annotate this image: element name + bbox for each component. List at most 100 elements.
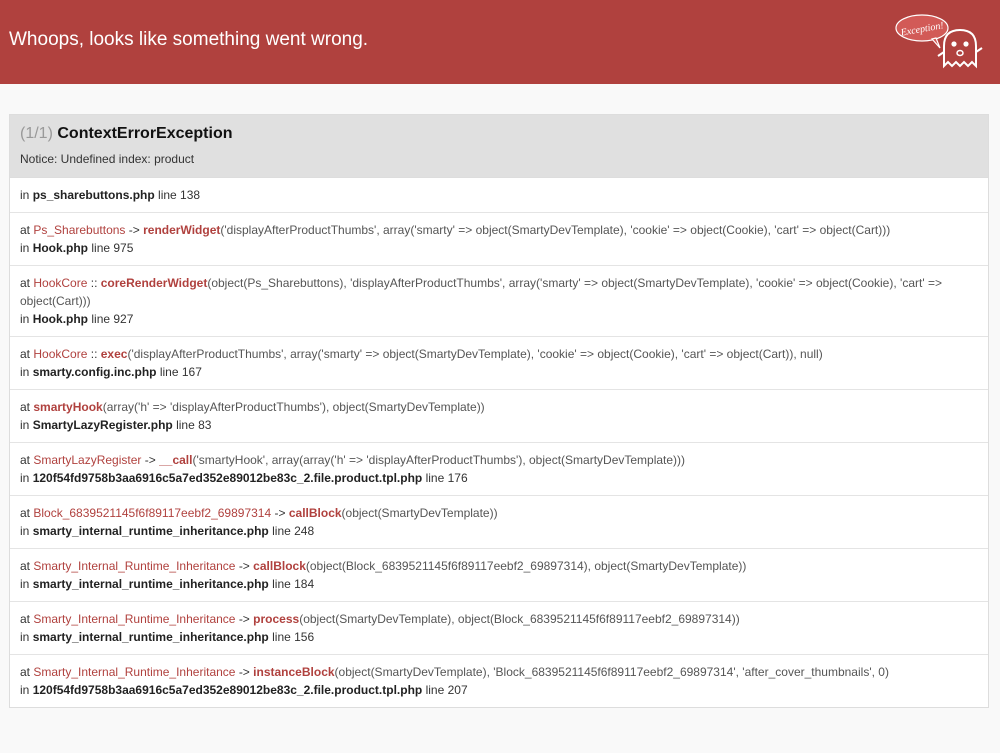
trace-separator: ->: [274, 506, 286, 520]
trace-separator: ->: [238, 665, 250, 679]
trace-separator: ->: [238, 559, 250, 573]
trace-item: at Smarty_Internal_Runtime_Inheritance -…: [10, 548, 988, 601]
trace-line: line 138: [158, 188, 201, 202]
trace-item: at HookCore :: exec('displayAfterProduct…: [10, 336, 988, 389]
trace-class[interactable]: Smarty_Internal_Runtime_Inheritance: [33, 559, 235, 573]
trace-function[interactable]: process: [253, 612, 299, 626]
trace-class[interactable]: Smarty_Internal_Runtime_Inheritance: [33, 665, 235, 679]
trace-call: at Block_6839521145f6f89117eebf2_6989731…: [20, 504, 978, 522]
error-header: Whoops, looks like something went wrong.…: [0, 0, 1000, 84]
trace-args: (object(SmartyDevTemplate)): [341, 506, 498, 520]
trace-class[interactable]: SmartyLazyRegister: [33, 453, 141, 467]
trace-item: at SmartyLazyRegister -> __call('smartyH…: [10, 442, 988, 495]
trace-file[interactable]: smarty_internal_runtime_inheritance.php: [33, 577, 269, 591]
trace-item: at Smarty_Internal_Runtime_Inheritance -…: [10, 601, 988, 654]
trace-at: at: [20, 665, 31, 679]
trace-in: in: [20, 577, 30, 591]
trace-function[interactable]: callBlock: [289, 506, 342, 520]
trace-separator: ::: [90, 276, 98, 290]
trace-in: in: [20, 630, 30, 644]
trace-line: line 927: [91, 312, 134, 326]
trace-call: at Smarty_Internal_Runtime_Inheritance -…: [20, 610, 978, 628]
trace-in: in: [20, 683, 30, 697]
trace-at: at: [20, 347, 31, 361]
trace-file[interactable]: ps_sharebuttons.php: [33, 188, 155, 202]
exception-header: (1/1) ContextErrorException Notice: Unde…: [10, 115, 988, 178]
trace-at: at: [20, 453, 31, 467]
trace-call: at Ps_Sharebuttons -> renderWidget('disp…: [20, 221, 978, 239]
trace-args: (array('h' => 'displayAfterProductThumbs…: [102, 400, 485, 414]
trace-location: in smarty.config.inc.php line 167: [20, 363, 978, 381]
trace-function[interactable]: coreRenderWidget: [101, 276, 208, 290]
trace-location: in ps_sharebuttons.php line 138: [20, 186, 978, 204]
trace-location: in smarty_internal_runtime_inheritance.p…: [20, 628, 978, 646]
trace-in: in: [20, 524, 30, 538]
trace-item: at Block_6839521145f6f89117eebf2_6989731…: [10, 495, 988, 548]
trace-in: in: [20, 418, 30, 432]
trace-location: in 120f54fd9758b3aa6916c5a7ed352e89012be…: [20, 469, 978, 487]
trace-function[interactable]: renderWidget: [143, 223, 220, 237]
trace-args: ('displayAfterProductThumbs', array('sma…: [220, 223, 891, 237]
trace-at: at: [20, 559, 31, 573]
trace-location: in smarty_internal_runtime_inheritance.p…: [20, 575, 978, 593]
trace-at: at: [20, 506, 31, 520]
exception-block: (1/1) ContextErrorException Notice: Unde…: [9, 114, 989, 708]
trace-file[interactable]: 120f54fd9758b3aa6916c5a7ed352e89012be83c…: [33, 683, 423, 697]
trace-in: in: [20, 365, 30, 379]
page-title: Whoops, looks like something went wrong.: [9, 29, 369, 50]
trace-line: line 176: [425, 471, 468, 485]
trace-line: line 248: [272, 524, 315, 538]
trace-args: (object(SmartyDevTemplate), 'Block_68395…: [334, 665, 889, 679]
trace-line: line 167: [159, 365, 202, 379]
trace-file[interactable]: SmartyLazyRegister.php: [33, 418, 173, 432]
trace-call: at smartyHook(array('h' => 'displayAfter…: [20, 398, 978, 416]
trace-at: at: [20, 223, 31, 237]
trace-class[interactable]: HookCore: [33, 347, 87, 361]
exception-ghost-icon: Exception!: [895, 14, 983, 69]
trace-file[interactable]: Hook.php: [33, 241, 88, 255]
trace-function[interactable]: smartyHook: [33, 400, 102, 414]
trace-class[interactable]: Ps_Sharebuttons: [33, 223, 125, 237]
trace-line: line 207: [425, 683, 468, 697]
stack-trace-list: in ps_sharebuttons.php line 138 at Ps_Sha…: [10, 178, 988, 707]
trace-separator: ->: [144, 453, 156, 467]
trace-at: at: [20, 612, 31, 626]
trace-location: in smarty_internal_runtime_inheritance.p…: [20, 522, 978, 540]
trace-function[interactable]: callBlock: [253, 559, 306, 573]
trace-args: ('smartyHook', array(array('h' => 'displ…: [192, 453, 686, 467]
trace-class[interactable]: Smarty_Internal_Runtime_Inheritance: [33, 612, 235, 626]
trace-function[interactable]: __call: [159, 453, 192, 467]
trace-location: in Hook.php line 975: [20, 239, 978, 257]
trace-at: at: [20, 276, 31, 290]
trace-class[interactable]: Block_6839521145f6f89117eebf2_69897314: [33, 506, 271, 520]
trace-class[interactable]: HookCore: [33, 276, 87, 290]
trace-args: (object(SmartyDevTemplate), object(Block…: [299, 612, 740, 626]
trace-call: at SmartyLazyRegister -> __call('smartyH…: [20, 451, 978, 469]
trace-file[interactable]: smarty.config.inc.php: [33, 365, 157, 379]
exception-content: (1/1) ContextErrorException Notice: Unde…: [9, 114, 989, 708]
trace-item: at HookCore :: coreRenderWidget(object(P…: [10, 265, 988, 336]
trace-separator: ::: [90, 347, 98, 361]
trace-function[interactable]: exec: [101, 347, 128, 361]
trace-call: at HookCore :: exec('displayAfterProduct…: [20, 345, 978, 363]
trace-at: at: [20, 400, 31, 414]
trace-in: in: [20, 188, 30, 202]
trace-function[interactable]: instanceBlock: [253, 665, 334, 679]
trace-location: in 120f54fd9758b3aa6916c5a7ed352e89012be…: [20, 681, 978, 699]
trace-item: at smartyHook(array('h' => 'displayAfter…: [10, 389, 988, 442]
trace-line: line 975: [91, 241, 134, 255]
trace-file[interactable]: Hook.php: [33, 312, 88, 326]
trace-in: in: [20, 241, 30, 255]
trace-line: line 184: [272, 577, 315, 591]
trace-file[interactable]: smarty_internal_runtime_inheritance.php: [33, 524, 269, 538]
trace-file[interactable]: 120f54fd9758b3aa6916c5a7ed352e89012be83c…: [33, 471, 423, 485]
trace-file[interactable]: smarty_internal_runtime_inheritance.php: [33, 630, 269, 644]
exception-name: ContextErrorException: [57, 125, 233, 142]
exception-title: (1/1) ContextErrorException: [20, 124, 978, 144]
trace-location: in Hook.php line 927: [20, 310, 978, 328]
exception-count: (1/1): [20, 125, 53, 142]
trace-call: at Smarty_Internal_Runtime_Inheritance -…: [20, 663, 978, 681]
exception-message: Notice: Undefined index: product: [20, 152, 195, 166]
trace-line: line 83: [176, 418, 212, 432]
trace-line: line 156: [272, 630, 315, 644]
